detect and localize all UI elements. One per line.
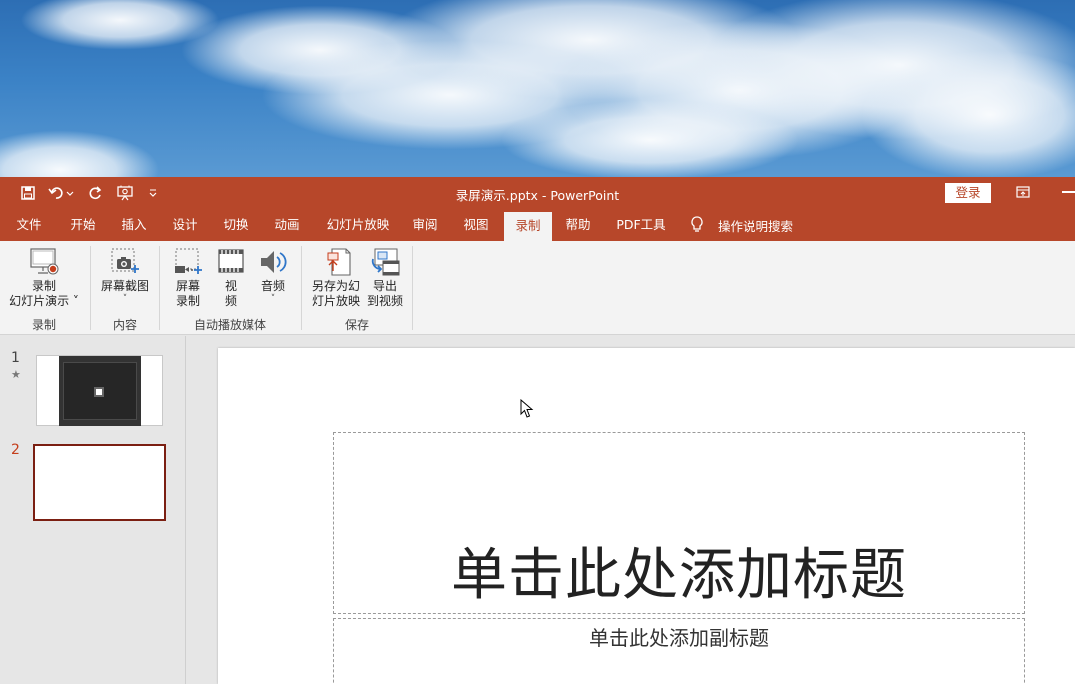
- tab-recording[interactable]: 录制: [504, 212, 552, 241]
- tab-animations[interactable]: 动画: [266, 209, 308, 241]
- group-separator: [301, 246, 302, 330]
- group-label-automedia: 自动播放媒体: [193, 318, 266, 332]
- subtitle-placeholder-text: 单击此处添加副标题: [589, 626, 769, 650]
- tell-me-search[interactable]: 操作说明搜索: [690, 209, 793, 241]
- export-video-label-2: 到视频: [366, 294, 403, 308]
- ribbon-display-options-icon[interactable]: [1015, 184, 1031, 200]
- screen-recording-label-2: 录制: [175, 294, 200, 308]
- tell-me-label: 操作说明搜索: [718, 218, 794, 234]
- slide-thumbnails-panel: 1 ★ 2: [0, 336, 186, 684]
- ribbon-tab-bar: 文件 开始 插入 设计 切换 动画 幻灯片放映 审阅 视图 录制 帮助 PDF工…: [0, 209, 1075, 241]
- screenshot-dropdown-icon: ˅: [122, 294, 128, 304]
- slide-transition-star-icon: ★: [11, 368, 21, 381]
- ribbon-recording: 录制 幻灯片演示 ˅ 录制 屏幕截图 ˅ 内容 屏幕 录制 视 频 音频 ˅ 自…: [0, 241, 1075, 335]
- tab-insert[interactable]: 插入: [113, 209, 155, 241]
- screenshot-icon: [111, 248, 139, 273]
- title-bar: 录屏演示.pptx - PowerPoint 登录: [0, 177, 1075, 209]
- audio-dropdown-icon: ˅: [270, 294, 276, 304]
- export-video-label-1: 导出: [372, 279, 397, 293]
- video-label-2: 频: [224, 294, 237, 308]
- group-label-content: 内容: [112, 318, 137, 332]
- record-slideshow-label-1: 录制: [31, 279, 56, 293]
- video-button[interactable]: 视 频: [214, 247, 248, 309]
- save-as-show-button[interactable]: 另存为幻 灯片放映: [309, 247, 363, 309]
- audio-label: 音频: [260, 279, 285, 293]
- slide-thumbnail-1[interactable]: [36, 355, 163, 426]
- audio-button[interactable]: 音频 ˅: [254, 247, 292, 304]
- slide-number-1: 1: [11, 350, 20, 366]
- tab-view[interactable]: 视图: [455, 209, 497, 241]
- tab-transitions[interactable]: 切换: [215, 209, 257, 241]
- screenshot-label: 屏幕截图: [100, 279, 149, 293]
- subtitle-placeholder[interactable]: 单击此处添加副标题: [333, 618, 1025, 684]
- screen-recording-button[interactable]: 屏幕 录制: [170, 247, 206, 309]
- record-slideshow-button[interactable]: 录制 幻灯片演示 ˅: [8, 247, 80, 309]
- slide-number-2: 2: [11, 442, 20, 458]
- minimize-icon[interactable]: [1062, 191, 1075, 193]
- video-label-1: 视: [224, 279, 237, 293]
- group-separator: [412, 246, 413, 330]
- screen-recording-icon: [175, 248, 202, 274]
- desktop-background: [0, 0, 1075, 177]
- screenshot-button[interactable]: 屏幕截图 ˅: [96, 247, 154, 304]
- audio-icon: [261, 251, 287, 273]
- tab-design[interactable]: 设计: [164, 209, 206, 241]
- export-video-button[interactable]: 导出 到视频: [364, 247, 406, 309]
- record-slideshow-label-2: 幻灯片演示 ˅: [9, 294, 79, 308]
- record-slideshow-icon: [30, 248, 59, 275]
- title-placeholder-text: 单击此处添加标题: [451, 543, 907, 608]
- group-separator: [159, 246, 160, 330]
- group-label-save: 保存: [344, 318, 369, 332]
- title-placeholder[interactable]: 单击此处添加标题: [333, 432, 1025, 614]
- save-as-show-icon: [327, 248, 351, 276]
- powerpoint-window: 录屏演示.pptx - PowerPoint 登录 文件 开始 插入 设计 切换…: [0, 177, 1075, 684]
- mouse-cursor-icon: [520, 399, 534, 418]
- screen-recording-label-1: 屏幕: [175, 279, 200, 293]
- tab-slideshow[interactable]: 幻灯片放映: [320, 209, 396, 241]
- video-icon: [218, 249, 244, 273]
- signin-button[interactable]: 登录: [945, 183, 991, 203]
- tab-review[interactable]: 审阅: [404, 209, 446, 241]
- group-separator: [90, 246, 91, 330]
- lightbulb-icon: [691, 216, 703, 232]
- tab-file[interactable]: 文件: [8, 209, 50, 241]
- export-video-icon: [371, 248, 400, 276]
- slide-thumbnail-2[interactable]: [33, 444, 166, 521]
- tab-pdf-tools[interactable]: PDF工具: [611, 209, 671, 241]
- save-as-show-label-2: 灯片放映: [311, 294, 360, 308]
- slide-1-screenshot-image: [59, 356, 141, 426]
- document-title: 录屏演示.pptx - PowerPoint: [455, 188, 620, 203]
- slide-canvas[interactable]: 单击此处添加标题 单击此处添加副标题: [218, 348, 1075, 684]
- group-label-record: 录制: [31, 318, 56, 332]
- slide-editing-area: 单击此处添加标题 单击此处添加副标题: [187, 336, 1075, 684]
- tab-home[interactable]: 开始: [62, 209, 104, 241]
- tab-help[interactable]: 帮助: [557, 209, 599, 241]
- save-as-show-label-1: 另存为幻: [311, 279, 360, 293]
